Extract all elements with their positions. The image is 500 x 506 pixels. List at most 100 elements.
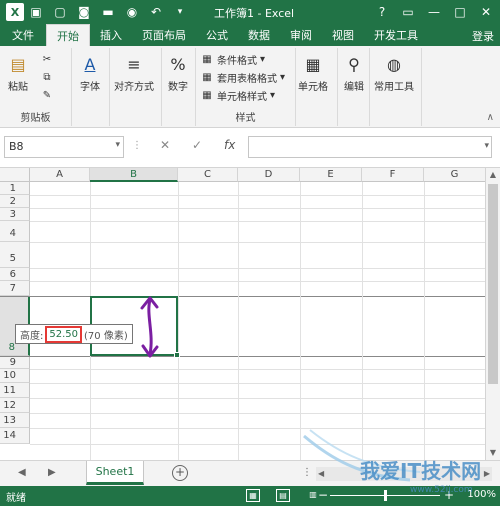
scroll-up-icon[interactable]: ▲ [486, 168, 500, 182]
row-header-10[interactable]: 10 [0, 369, 30, 383]
row-header-5[interactable]: 5 [0, 242, 30, 268]
tab-page-layout[interactable]: 页面布局 [132, 24, 196, 46]
column-header-e[interactable]: E [300, 168, 362, 182]
scroll-right-icon[interactable]: ▶ [484, 467, 490, 481]
cut-button[interactable]: ✂ [40, 52, 54, 66]
camera-icon[interactable]: ◉ [122, 2, 142, 22]
save-icon[interactable]: ▣ [26, 2, 46, 22]
formula-input[interactable]: ▾ [248, 136, 492, 158]
minimize-button[interactable]: — [424, 2, 444, 22]
zoom-in-button[interactable]: + [444, 488, 454, 502]
name-box[interactable]: B8 ▾ [4, 136, 124, 158]
sheet-next-icon[interactable]: ▶ [48, 467, 56, 478]
cell-styles-label: 单元格样式 [217, 92, 267, 103]
paste-label: 粘贴 [8, 82, 28, 93]
row-header-2[interactable]: 2 [0, 195, 30, 208]
edit-button[interactable]: ⚲ 编辑 [342, 52, 366, 94]
row-header-12[interactable]: 12 [0, 398, 30, 413]
undo-icon[interactable]: ↶ [146, 2, 166, 22]
enter-icon[interactable]: ✓ [192, 138, 202, 152]
edit-label: 编辑 [344, 82, 364, 93]
tools-button[interactable]: ◍ 常用工具 [374, 52, 414, 94]
scroll-left-icon[interactable]: ◀ [318, 467, 324, 481]
chevron-down-icon[interactable]: ▾ [484, 141, 489, 151]
quick-access-toolbar: ▣ ▢ ◙ ▬ ◉ ↶ ▾ [24, 0, 192, 24]
separator-dots-icon: ⋮ [132, 140, 142, 151]
number-button[interactable]: % 数字 [166, 52, 190, 94]
copy-button[interactable]: ⧉ [40, 70, 54, 84]
paste-button[interactable]: ▤ 粘贴 [6, 52, 30, 94]
page-layout-view-icon[interactable]: ▤ [276, 489, 290, 502]
format-painter-button[interactable]: ✎ [40, 88, 54, 102]
ribbon-display-button[interactable]: ▭ [398, 2, 418, 22]
row-header-11[interactable]: 11 [0, 383, 30, 398]
format-as-table-button[interactable]: ▦ 套用表格格式 ▾ [200, 70, 285, 85]
row-header-13[interactable]: 13 [0, 413, 30, 428]
separator-dots-icon[interactable]: ⋮ [302, 467, 312, 478]
cell-styles-button[interactable]: ▦ 单元格样式 ▾ [200, 88, 275, 103]
add-sheet-button[interactable]: + [172, 465, 188, 481]
align-group: ≡ 对齐方式 [110, 48, 162, 126]
number-group: % 数字 [162, 48, 196, 126]
insert-function-icon[interactable]: fx [224, 138, 235, 152]
gridline [30, 413, 485, 414]
row-header-4[interactable]: 4 [0, 221, 30, 242]
column-header-g[interactable]: G [424, 168, 485, 182]
column-header-f[interactable]: F [362, 168, 424, 182]
row-header-1[interactable]: 1 [0, 182, 30, 195]
tab-review[interactable]: 审阅 [280, 24, 322, 46]
preview-icon[interactable]: ◙ [74, 2, 94, 22]
row-header-9[interactable]: 9 [0, 356, 30, 369]
column-header-d[interactable]: D [238, 168, 300, 182]
gridline [30, 195, 485, 196]
row-header-3[interactable]: 3 [0, 208, 30, 221]
horizontal-scrollbar[interactable]: ◀ ▶ [316, 467, 492, 481]
column-header-a[interactable]: A [30, 168, 90, 182]
sheet-tab-bar: ◀ ▶ Sheet1 + ⋮ ◀ ▶ [0, 460, 500, 486]
normal-view-icon[interactable]: ▦ [246, 489, 260, 502]
row-header-14[interactable]: 14 [0, 428, 30, 444]
qat-more-icon[interactable]: ▾ [170, 2, 190, 22]
tab-data[interactable]: 数据 [238, 24, 280, 46]
row-header-6[interactable]: 6 [0, 268, 30, 281]
collapse-ribbon-icon[interactable]: ∧ [487, 112, 494, 123]
cells-button[interactable]: ▦ 单元格 [298, 52, 328, 94]
row-header-7[interactable]: 7 [0, 281, 30, 296]
login-link[interactable]: 登录 [472, 28, 494, 44]
tab-home[interactable]: 开始 [46, 24, 90, 46]
column-header-b[interactable]: B [90, 168, 178, 182]
gridline [424, 182, 425, 460]
worksheet-grid[interactable]: A B C D E F G 1 2 3 4 5 6 7 8 9 10 11 12… [0, 168, 485, 460]
cancel-icon[interactable]: ✕ [160, 138, 170, 152]
sheet-prev-icon[interactable]: ◀ [18, 467, 26, 478]
tab-developer[interactable]: 开发工具 [364, 24, 428, 46]
tab-insert[interactable]: 插入 [90, 24, 132, 46]
align-label: 对齐方式 [114, 82, 154, 93]
align-icon: ≡ [127, 54, 141, 74]
zoom-level[interactable]: 100% [467, 489, 496, 500]
status-ready: 就绪 [6, 493, 26, 504]
vertical-scrollbar[interactable]: ▲ ▼ [485, 168, 500, 460]
zoom-out-button[interactable]: − [318, 488, 328, 502]
help-button[interactable]: ? [372, 2, 392, 22]
maximize-button[interactable]: □ [450, 2, 470, 22]
align-button[interactable]: ≡ 对齐方式 [114, 52, 154, 94]
tools-label: 常用工具 [374, 82, 414, 93]
sheet-tab-sheet1[interactable]: Sheet1 [86, 461, 144, 485]
column-header-c[interactable]: C [178, 168, 238, 182]
open-icon[interactable]: ▬ [98, 2, 118, 22]
scroll-down-icon[interactable]: ▼ [486, 446, 500, 460]
gridline [30, 369, 485, 370]
tab-formulas[interactable]: 公式 [196, 24, 238, 46]
vertical-scroll-thumb[interactable] [488, 184, 498, 384]
font-button[interactable]: A 字体 [78, 52, 102, 94]
close-button[interactable]: ✕ [476, 2, 496, 22]
zoom-slider-thumb[interactable] [384, 490, 387, 501]
tab-file[interactable]: 文件 [0, 24, 46, 46]
conditional-format-button[interactable]: ▦ 条件格式 ▾ [200, 52, 265, 67]
select-all-corner[interactable] [0, 168, 30, 182]
tab-view[interactable]: 视图 [322, 24, 364, 46]
fill-handle[interactable] [174, 352, 180, 358]
chevron-down-icon[interactable]: ▾ [115, 140, 120, 150]
new-icon[interactable]: ▢ [50, 2, 70, 22]
